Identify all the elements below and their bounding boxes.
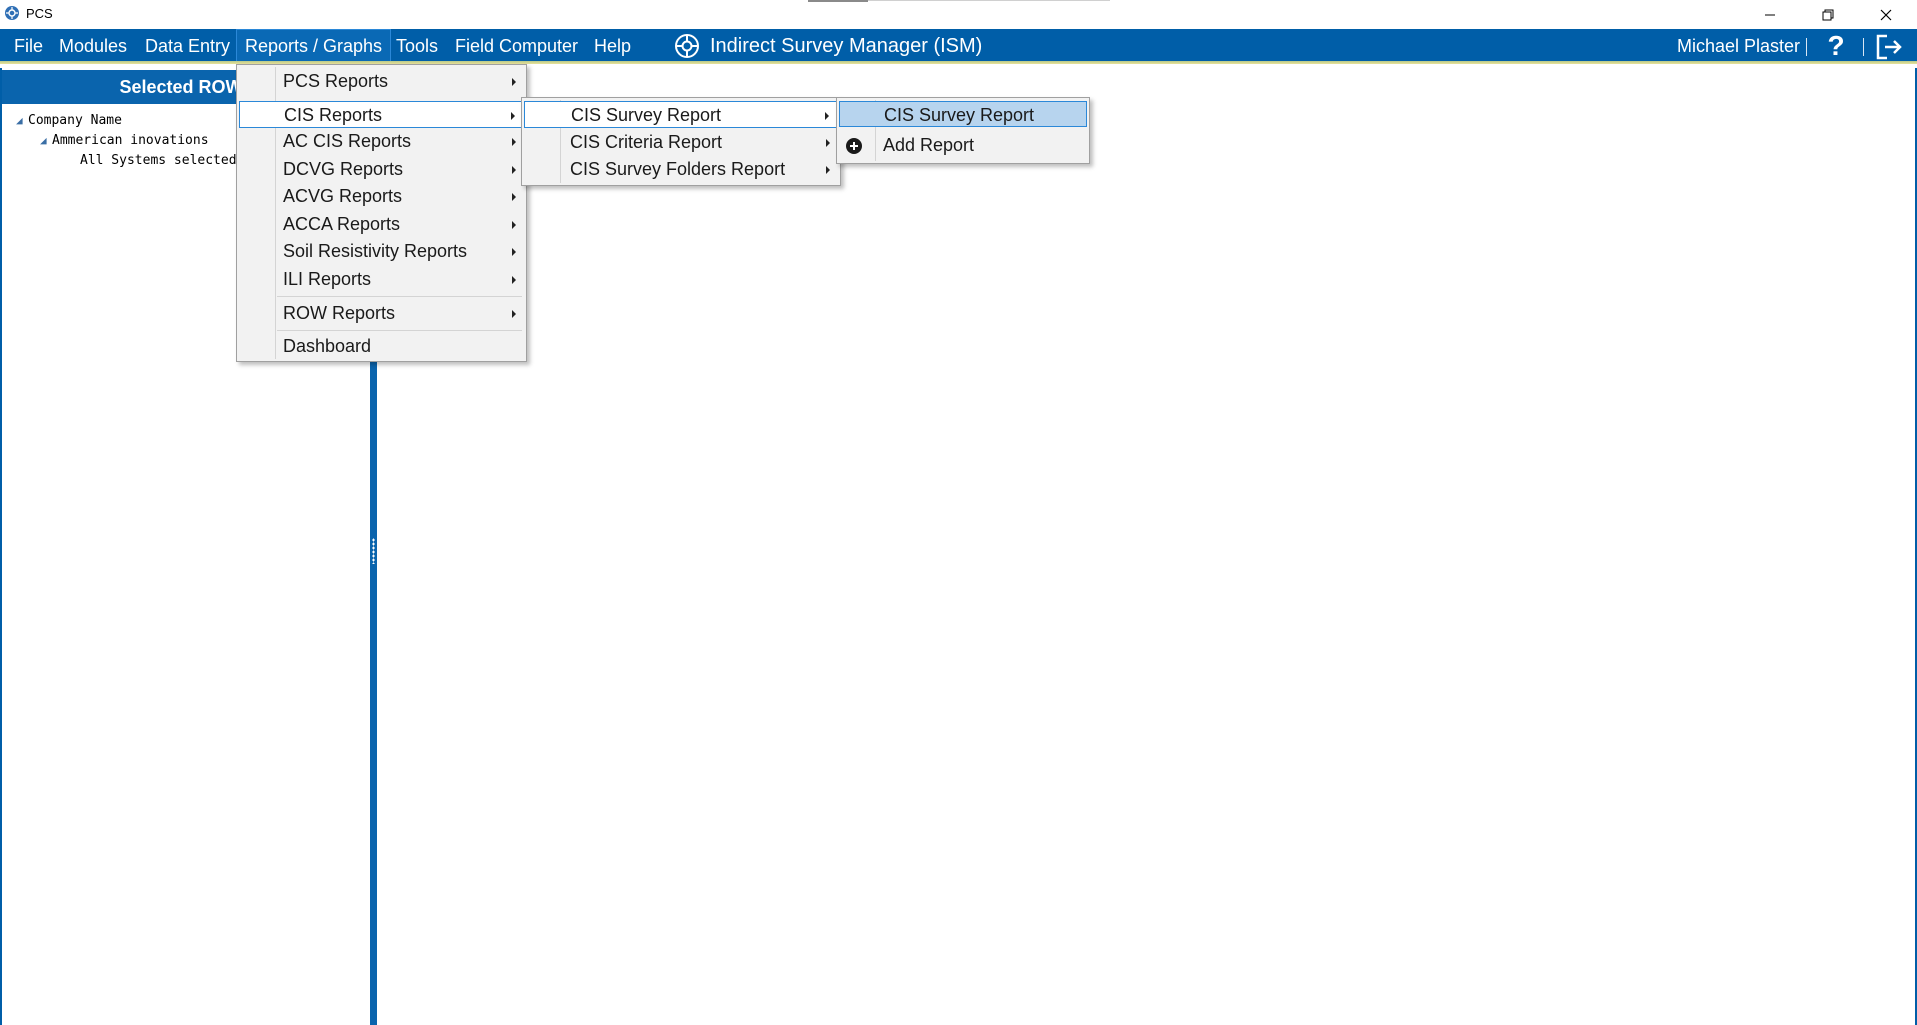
submenu-arrow-icon bbox=[512, 310, 516, 318]
expand-arrow-icon[interactable]: ◢ bbox=[40, 132, 52, 150]
main-content-area bbox=[377, 68, 1917, 1025]
menu-item-label: CIS Criteria Report bbox=[570, 132, 723, 152]
menu-item-label: CIS Reports bbox=[284, 105, 383, 125]
tree-node-company[interactable]: ◢ Company Name bbox=[16, 112, 122, 130]
minimize-icon bbox=[1765, 14, 1775, 15]
menu-item-ili-reports[interactable]: ILI Reports bbox=[239, 266, 524, 293]
submenu-arrow-icon bbox=[512, 193, 516, 201]
menu-item-label: ACVG Reports bbox=[283, 186, 403, 206]
add-circle-icon bbox=[846, 138, 862, 154]
reports-graphs-menu: PCS Reports CIS Reports AC CIS Reports D… bbox=[236, 64, 527, 362]
menu-item-cis-criteria-report[interactable]: CIS Criteria Report bbox=[524, 129, 838, 156]
menu-reports-graphs[interactable]: Reports / Graphs bbox=[236, 29, 392, 63]
tree-node-systems[interactable]: All Systems selected bbox=[80, 152, 237, 170]
menu-item-label: ACCA Reports bbox=[283, 214, 401, 234]
restore-icon bbox=[1822, 9, 1834, 20]
cis-survey-report-menu: CIS Survey Report Add Report bbox=[836, 97, 1090, 164]
menu-file[interactable]: File bbox=[6, 29, 51, 63]
window-title: PCS bbox=[26, 6, 53, 21]
menu-tools[interactable]: Tools bbox=[388, 29, 446, 63]
menu-separator bbox=[277, 296, 522, 297]
submenu-arrow-icon bbox=[512, 276, 516, 284]
menu-item-ac-cis-reports[interactable]: AC CIS Reports bbox=[239, 128, 524, 155]
menu-item-label: CIS Survey Folders Report bbox=[570, 159, 786, 179]
menu-help[interactable]: Help bbox=[586, 29, 639, 63]
menu-item-label: Add Report bbox=[883, 135, 975, 155]
menu-item-label: PCS Reports bbox=[283, 71, 389, 91]
menu-bar: File Modules Data Entry Reports / Graphs… bbox=[0, 29, 1917, 64]
help-button[interactable]: ? bbox=[1820, 31, 1852, 61]
submenu-arrow-icon bbox=[512, 138, 516, 146]
menu-item-label: DCVG Reports bbox=[283, 159, 404, 179]
submenu-arrow-icon bbox=[826, 166, 830, 174]
restore-button[interactable] bbox=[1799, 0, 1857, 29]
menu-item-dashboard[interactable]: Dashboard bbox=[239, 333, 524, 360]
logout-icon bbox=[1876, 34, 1902, 60]
menu-item-row-reports[interactable]: ROW Reports bbox=[239, 300, 524, 327]
tree-node-organization[interactable]: ◢ Ammerican inovations bbox=[40, 132, 209, 150]
expand-arrow-icon[interactable]: ◢ bbox=[16, 112, 28, 130]
cis-reports-menu: CIS Survey Report CIS Criteria Report CI… bbox=[521, 97, 841, 186]
menu-item-soil-resistivity-reports[interactable]: Soil Resistivity Reports bbox=[239, 238, 524, 265]
menu-item-label: AC CIS Reports bbox=[283, 131, 412, 151]
menu-item-pcs-reports[interactable]: PCS Reports bbox=[239, 68, 524, 95]
submenu-arrow-icon bbox=[512, 248, 516, 256]
tree-node-label: Ammerican inovations bbox=[52, 133, 209, 148]
menu-item-label: Soil Resistivity Reports bbox=[283, 241, 468, 261]
logout-button[interactable] bbox=[1875, 33, 1905, 61]
user-separator bbox=[1806, 38, 1807, 56]
user-name[interactable]: Michael Plaster bbox=[1677, 29, 1800, 63]
menu-item-cis-survey-report[interactable]: CIS Survey Report bbox=[524, 101, 838, 128]
app-logo-icon bbox=[5, 6, 19, 20]
menu-item-cis-reports[interactable]: CIS Reports bbox=[239, 101, 524, 128]
submenu-arrow-icon bbox=[825, 112, 829, 120]
submenu-arrow-icon bbox=[512, 221, 516, 229]
tree-node-label: Company Name bbox=[28, 113, 122, 128]
menu-field-computer[interactable]: Field Computer bbox=[447, 29, 586, 63]
menu-item-label: Dashboard bbox=[283, 336, 372, 356]
minimize-button[interactable] bbox=[1741, 0, 1799, 29]
menu-item-label: CIS Survey Report bbox=[571, 105, 722, 125]
menu-modules[interactable]: Modules bbox=[51, 29, 135, 63]
menu-item-acvg-reports[interactable]: ACVG Reports bbox=[239, 183, 524, 210]
menu-item-label: ROW Reports bbox=[283, 303, 396, 323]
app-banner: Indirect Survey Manager (ISM) bbox=[674, 29, 982, 63]
submenu-arrow-icon bbox=[511, 112, 515, 120]
submenu-arrow-icon bbox=[512, 78, 516, 86]
help-separator bbox=[1863, 38, 1864, 56]
title-drag-line bbox=[868, 0, 1110, 1]
menu-item-label: ILI Reports bbox=[283, 269, 372, 289]
app-banner-title: Indirect Survey Manager (ISM) bbox=[710, 34, 983, 57]
menu-item-dcvg-reports[interactable]: DCVG Reports bbox=[239, 156, 524, 183]
menu-data-entry[interactable]: Data Entry bbox=[137, 29, 238, 63]
menu-item-acca-reports[interactable]: ACCA Reports bbox=[239, 211, 524, 238]
menu-item-label: CIS Survey Report bbox=[884, 105, 1035, 125]
menu-item-cis-survey-folders-report[interactable]: CIS Survey Folders Report bbox=[524, 156, 838, 183]
submenu-arrow-icon bbox=[826, 139, 830, 147]
menu-separator bbox=[277, 330, 522, 331]
close-button[interactable] bbox=[1857, 0, 1915, 29]
menu-item-add-report[interactable]: Add Report bbox=[839, 132, 1087, 160]
close-icon bbox=[1880, 9, 1892, 20]
submenu-arrow-icon bbox=[512, 166, 516, 174]
ism-logo-icon bbox=[675, 34, 699, 58]
menu-item-cis-survey-report-open[interactable]: CIS Survey Report bbox=[839, 101, 1087, 127]
splitter-grip-icon[interactable] bbox=[372, 538, 375, 564]
tree-node-label: All Systems selected bbox=[80, 153, 237, 168]
title-drag-indicator bbox=[808, 0, 868, 2]
title-bar: PCS bbox=[0, 0, 1917, 29]
